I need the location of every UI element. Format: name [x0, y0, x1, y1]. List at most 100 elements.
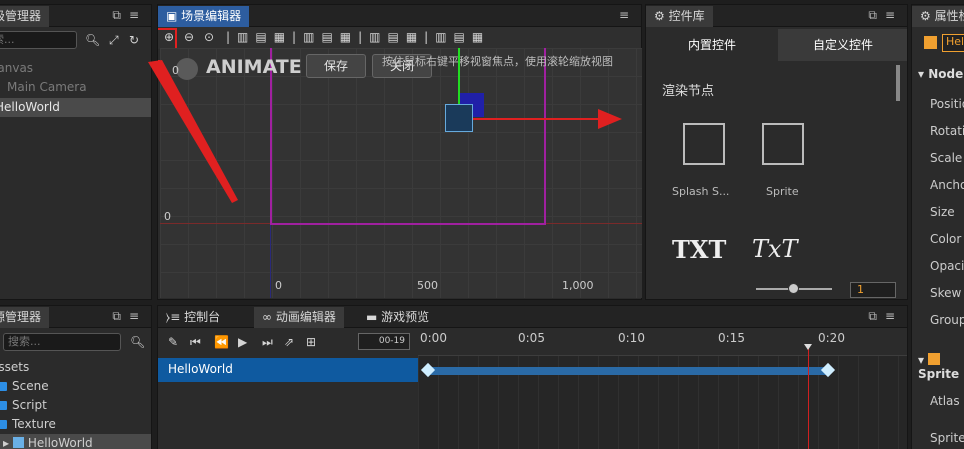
tree-item-helloworld[interactable]: ▸ HelloWorld	[0, 434, 151, 449]
y-tick-label: 0	[172, 64, 179, 77]
tab-custom[interactable]: 自定义控件	[778, 29, 907, 61]
anim-controls: ✎ ⏮ ⏪ ▶ ⏭ ⇗ ⊞ 00-19	[158, 328, 418, 356]
node-name-input[interactable]: HelloWorld	[942, 34, 964, 52]
tree-item-texture[interactable]: Texture	[0, 415, 151, 434]
scene-viewport[interactable]: ANIMATE 保存 关闭 按住鼠标右键平移视窗焦点，使用滚轮缩放视图 0 0 …	[160, 48, 642, 298]
tick-label: 0:05	[518, 331, 545, 345]
track-bar[interactable]	[428, 367, 828, 375]
save-button[interactable]: 保存	[306, 54, 366, 78]
search-icon[interactable]: 🔍︎	[130, 335, 145, 349]
scene-tab[interactable]: ▣ 场景编辑器	[158, 6, 250, 27]
tree-item-label: HelloWorld	[0, 100, 60, 114]
label-widget-icon[interactable]: TXT	[672, 235, 726, 264]
sprite-section[interactable]: ▾ Sprite	[918, 353, 964, 381]
widget-tab[interactable]: ⚙ 控件库	[646, 6, 713, 27]
zoom-reset-icon[interactable]: ⊙	[204, 30, 214, 44]
x-tick-label: 500	[417, 279, 438, 292]
hierarchy-panel: 层级管理器 ⧉≡ 搜索... 🔍︎ ⤢ ↻ Canvas Main Camera…	[0, 4, 152, 300]
scrollbar[interactable]	[896, 65, 900, 101]
gizmo-arrow-icon[interactable]	[598, 109, 622, 129]
folder-icon	[0, 401, 7, 410]
properties-tab[interactable]: ⚙ 属性检查器	[912, 6, 964, 27]
zoom-input[interactable]: 1	[850, 282, 896, 298]
playhead-marker-icon[interactable]	[804, 344, 812, 350]
sprite-checkbox[interactable]	[928, 353, 941, 365]
zoom-slider-handle[interactable]	[788, 283, 799, 294]
tick-label: 0:15	[718, 331, 745, 345]
console-icon: ⧽≡	[166, 310, 185, 324]
gear-icon: ⚙	[654, 9, 669, 23]
node-section[interactable]: ▾ Node	[918, 67, 963, 81]
scene-file-icon	[12, 437, 24, 448]
refresh-icon[interactable]: ↻	[129, 33, 139, 47]
zoom-out-icon[interactable]: ⊖	[184, 30, 194, 44]
gear-icon: ⚙	[920, 9, 935, 23]
tick-label: 0:00	[420, 331, 447, 345]
tree-item-assets[interactable]: assets	[0, 358, 151, 377]
prev-frame-icon[interactable]: ⏪	[214, 335, 229, 349]
add-event-icon[interactable]: ⊞	[306, 335, 316, 349]
tree-item-main-camera[interactable]: Main Camera	[0, 78, 151, 97]
frame-input[interactable]: 00-19	[358, 333, 410, 350]
first-frame-icon[interactable]: ⏮	[190, 335, 201, 350]
x-tick-label: 1,000	[562, 279, 594, 292]
property-label-sprite: Sprite	[930, 431, 964, 445]
splash-sprite-icon[interactable]	[683, 123, 725, 165]
tick-label: 0:20	[818, 331, 845, 345]
property-label: Position	[930, 97, 964, 111]
scene-tabbar: ▣ 场景编辑器 ≡	[158, 5, 641, 27]
hierarchy-tabbar: 层级管理器 ⧉≡	[0, 5, 151, 27]
scene-icon: ▣	[166, 9, 182, 23]
hierarchy-tab[interactable]: 层级管理器	[0, 6, 50, 27]
tree-item-scene[interactable]: Scene	[0, 377, 151, 396]
play-icon[interactable]: ▶	[238, 335, 247, 349]
widget-library-panel: ⚙ 控件库 ⧉≡ 内置控件 自定义控件 渲染节点 Splash S... Spr…	[645, 4, 908, 300]
widget-label: Splash S...	[672, 185, 730, 198]
sprite-icon[interactable]	[762, 123, 804, 165]
playhead[interactable]	[808, 344, 809, 449]
timeline-area[interactable]: 0:00 0:05 0:10 0:15 0:20	[418, 328, 907, 449]
tree-item-label: Canvas	[0, 61, 34, 75]
preview-icon: ▬	[366, 310, 382, 324]
assets-tab[interactable]: 资源管理器	[0, 307, 50, 328]
panel-menu-icons[interactable]: ⧉≡	[112, 309, 147, 324]
align-tools-icons[interactable]: |▥▤▦|▥▤▦|▥▤▦|▥▤▦	[226, 30, 490, 44]
folder-icon	[0, 382, 7, 391]
panel-menu-icons[interactable]: ⧉≡	[868, 8, 903, 23]
helloworld-sprite-icon[interactable]	[445, 104, 473, 132]
hierarchy-search-input[interactable]: 搜索...	[0, 31, 77, 49]
property-label: Rotation	[930, 124, 964, 138]
property-label: Scale	[930, 151, 963, 165]
tab-console[interactable]: ⧽≡ 控制台	[158, 307, 228, 328]
search-icon[interactable]: 🔍︎	[85, 33, 100, 47]
assets-search-input[interactable]: 搜索...	[3, 333, 121, 351]
edit-icon[interactable]: ✎	[168, 335, 178, 349]
richtext-widget-icon[interactable]: TxT	[752, 235, 798, 263]
property-label: Color	[930, 232, 962, 246]
tree-item-canvas[interactable]: Canvas	[0, 59, 151, 78]
export-icon[interactable]: ⇗	[284, 335, 294, 349]
panel-menu-icons[interactable]: ⧉≡	[868, 309, 903, 324]
track-row[interactable]: HelloWorld	[158, 358, 418, 382]
x-tick-label: 0	[275, 279, 282, 292]
gizmo-x-axis[interactable]	[460, 118, 600, 120]
next-frame-icon[interactable]: ⏭	[262, 335, 273, 350]
panel-menu-icons[interactable]: ≡	[619, 8, 637, 22]
tab-animation-editor[interactable]: ∞ 动画编辑器	[254, 307, 344, 328]
scene-toolbar: ⊕ ⊖ ⊙ |▥▤▦|▥▤▦|▥▤▦|▥▤▦	[158, 27, 641, 49]
property-label: Opacity	[930, 259, 964, 273]
tree-item-helloworld[interactable]: HelloWorld	[0, 98, 151, 117]
node-active-checkbox[interactable]	[924, 36, 937, 49]
tree-item-script[interactable]: Script	[0, 396, 151, 415]
panel-menu-icons[interactable]: ⧉≡	[112, 8, 147, 23]
tab-builtin[interactable]: 内置控件	[647, 29, 777, 61]
expand-icon[interactable]: ⤢	[109, 33, 119, 48]
property-label-atlas: Atlas	[930, 394, 960, 408]
property-label: Skew	[930, 286, 962, 300]
track-label: HelloWorld	[168, 362, 233, 376]
tick-label: 0:10	[618, 331, 645, 345]
timeline-tabbar: ⧽≡ 控制台 ∞ 动画编辑器 ▬ 游戏预览 ⧉≡	[158, 306, 907, 328]
tab-game-preview[interactable]: ▬ 游戏预览	[358, 307, 437, 328]
properties-panel: ⚙ 属性检查器 HelloWorld ▾ Node Position Rotati…	[911, 4, 964, 449]
property-label: Anchor	[930, 178, 964, 192]
